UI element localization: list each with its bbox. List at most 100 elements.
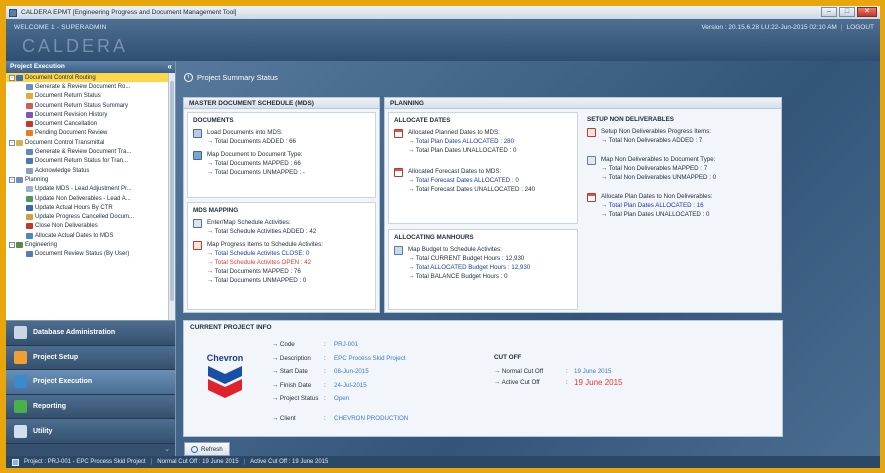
tree-item[interactable]: Document Cancellation — [6, 119, 175, 128]
tree-item-label: Generate & Review Document Ro... — [35, 83, 131, 90]
tree-expander-icon[interactable]: - — [9, 176, 15, 183]
map-progress-item[interactable]: Map Progress Items to Schedule Activites… — [188, 238, 375, 287]
setup-icon — [587, 128, 596, 137]
active-cutoff-label: → Active Cut Off — [494, 379, 540, 386]
tree-item[interactable]: Document Revision History — [6, 110, 175, 119]
planned-unallocated: → Total Plan Dates UNALLOCATED : 0 — [408, 147, 517, 154]
app-header: WELCOME 1 - SUPERADMIN Version : 20.15.6… — [6, 19, 880, 61]
tree-item[interactable]: Document Return Status — [6, 92, 175, 101]
chevron-logo-text: Chevron — [207, 353, 244, 363]
tree-item-icon — [16, 241, 23, 248]
maximize-button[interactable]: □ — [839, 7, 855, 17]
project-info-row: → Description: EPC Process Skid Project — [272, 352, 408, 366]
map-progress-title: Map Progress Items to Schedule Activites… — [207, 241, 323, 248]
active-cutoff-value: 19 June 2015 — [574, 378, 623, 387]
nav-database-administration-button[interactable]: Database Administration — [6, 321, 175, 346]
tree-item-label: Update Actual Hours By CTR — [35, 204, 113, 211]
planned-allocated: → Total Plan Dates ALLOCATED : 280 — [408, 138, 515, 145]
info-value: 08-Jun-2015 — [334, 368, 369, 376]
version-bar: Version : 20.15.6.28 LU:22-Jun-2015 02:1… — [701, 24, 874, 31]
forecast-dates-item[interactable]: Allocated Forecast Dates to MDS: → Total… — [389, 165, 577, 196]
tree-item-icon — [16, 74, 23, 81]
nav-project-setup-button[interactable]: Project Setup — [6, 345, 175, 371]
tree-item-label: Update Non Deliverables - Lead A... — [35, 195, 131, 202]
progress-unmapped: → Total Documents UNMAPPED : 0 — [207, 277, 307, 284]
tree-item[interactable]: Pending Document Review — [6, 129, 175, 138]
refresh-button[interactable]: Refresh — [184, 442, 230, 456]
logout-link[interactable]: LOGOUT — [847, 24, 874, 31]
tree-item-icon — [16, 139, 23, 146]
tree-item[interactable]: Close Non Deliverables — [6, 222, 175, 231]
minimize-button[interactable]: – — [821, 7, 837, 17]
nav-utility-button[interactable]: Utility — [6, 419, 175, 444]
setup-nondeliv-item[interactable]: Setup Non Deliverables Progress Items: →… — [582, 125, 779, 147]
project-info-row: → Finish Date:24-Jul-2015 — [272, 379, 408, 393]
chart-icon — [14, 400, 27, 414]
chevron-down-icon[interactable]: ⌄ — [164, 445, 170, 453]
nav-project-execution-button[interactable]: Project Execution — [6, 370, 175, 395]
sidebar: Project Execution « - Document Control Ro… — [6, 61, 176, 456]
info-value: EPC Process Skid Project — [334, 354, 406, 362]
info-key: → Description — [272, 354, 311, 362]
info-colon: : — [324, 381, 326, 389]
enter-title: Enter/Map Schedule Activities: — [207, 219, 291, 226]
alloc-nd-title: Allocate Plan Dates to Non Deliverables: — [601, 193, 713, 200]
nav-label: Database Administration — [33, 329, 116, 337]
tree-item[interactable]: - Document Control Routing — [6, 73, 175, 83]
tree-item[interactable]: Generate & Review Document Tra... — [6, 147, 175, 156]
nav-label: Project Execution — [33, 378, 93, 386]
scrollbar-thumb[interactable] — [170, 81, 174, 301]
normal-cutoff-colon: : — [566, 368, 568, 375]
planning-panel: PLANNING ALLOCATE DATES Allocated Planne… — [384, 97, 782, 313]
budget-item[interactable]: Map Budget to Schedule Activites: → Tota… — [389, 243, 577, 283]
tree-item[interactable]: Document Return Status for Tran... — [6, 157, 175, 166]
close-button[interactable]: ✕ — [857, 7, 877, 17]
manhours-card: ALLOCATING MANHOURS Map Budget to Schedu… — [388, 229, 578, 310]
tree-item-icon — [26, 223, 33, 230]
title-bar: CALDERA EPMT [Engineering Progress and D… — [6, 6, 880, 19]
map-nd-mapped: → Total Non Deliverables MAPPED : 7 — [601, 165, 708, 172]
alloc-nondeliv-item[interactable]: Allocate Plan Dates to Non Deliverables:… — [582, 190, 779, 221]
nav-reporting-button[interactable]: Reporting — [6, 394, 175, 420]
planned-dates-item[interactable]: Allocated Planned Dates to MDS: → Total … — [389, 126, 577, 157]
collapse-icon[interactable]: « — [168, 62, 172, 71]
tree-item[interactable]: Document Return Status Summary — [6, 101, 175, 110]
tree-item[interactable]: Update Non Deliverables - Lead A... — [6, 194, 175, 203]
tree-item[interactable]: Generate & Review Document Ro... — [6, 82, 175, 91]
tree-item[interactable]: Acknowledge Status — [6, 166, 175, 175]
tree-item[interactable]: - Document Control Transmittal — [6, 138, 175, 147]
section-title-text: Project Summary Status — [197, 73, 278, 82]
tree-item[interactable]: Update MDS - Lead Adjustment Pr... — [6, 185, 175, 194]
activities-close: → Total Schedule Activites CLOSE: 0 — [207, 250, 310, 257]
tree-item[interactable]: - Planning — [6, 175, 175, 184]
normal-cutoff-value: 19 June 2015 — [574, 368, 612, 375]
tree-item[interactable]: - Engineering — [6, 240, 175, 249]
tree-item-label: Planning — [25, 176, 49, 183]
tree-item-icon — [26, 130, 33, 137]
map-nd-title: Map Non Deliverables to Document Type: — [601, 156, 716, 163]
map-unmapped: → Total Documents UNMAPPED : - — [207, 169, 305, 176]
load-documents-item[interactable]: Load Documents into MDS: → Total Documen… — [188, 126, 375, 148]
project-info-row: → Client: CHEVRON PRODUCTION — [272, 412, 408, 426]
sidebar-header: Project Execution « — [6, 61, 175, 73]
tree-expander-icon[interactable]: - — [9, 74, 15, 81]
tree-item-icon — [26, 232, 33, 239]
status-separator: | — [243, 459, 246, 465]
tree-item[interactable]: Update Actual Hours By CTR — [6, 203, 175, 212]
info-value: 24-Jul-2015 — [334, 381, 367, 389]
info-colon: : — [324, 341, 326, 349]
tree-expander-icon[interactable]: - — [9, 241, 15, 248]
progress-map-icon — [193, 241, 202, 250]
tree-item-label: Update Progress Cancelled Docum... — [35, 214, 135, 221]
tree-expander-icon[interactable]: - — [9, 139, 15, 146]
project-info-panel: CURRENT PROJECT INFO Chevron → Code: PRJ-… — [183, 320, 783, 437]
map-documents-item[interactable]: Map Document to Document Type: → Total D… — [188, 148, 375, 179]
tree-item[interactable]: Update Progress Cancelled Docum... — [6, 212, 175, 221]
welcome-text: WELCOME 1 - SUPERADMIN — [14, 24, 107, 31]
map-nondeliv-item[interactable]: Map Non Deliverables to Document Type: →… — [582, 153, 779, 184]
tree-scrollbar[interactable] — [168, 73, 175, 320]
tools-icon — [14, 326, 27, 340]
tree-item[interactable]: Document Review Status (By User) — [6, 250, 175, 259]
tree-item[interactable]: Allocate Actual Dates to MDS — [6, 231, 175, 240]
enter-activities-item[interactable]: Enter/Map Schedule Activities: → Total S… — [188, 216, 375, 238]
